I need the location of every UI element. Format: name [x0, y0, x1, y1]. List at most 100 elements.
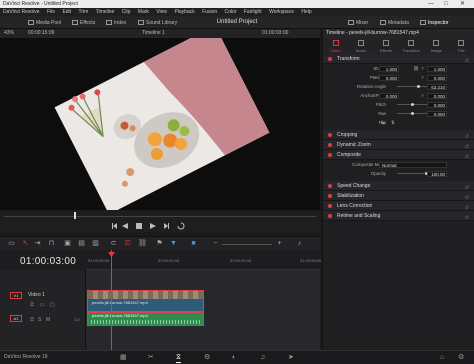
menu-file[interactable]: File	[47, 8, 55, 16]
menu-color[interactable]: Color	[225, 8, 237, 16]
snapping-icon[interactable]: ⊂	[110, 240, 117, 247]
timeline-viewer[interactable]	[0, 25, 320, 215]
dynamic-zoom-section[interactable]: Dynamic Zoom ↺	[323, 140, 474, 150]
enable-dot-icon[interactable]	[328, 133, 332, 137]
trim-icon[interactable]: ⇥	[34, 240, 41, 247]
replace-icon[interactable]: ▥	[92, 240, 99, 247]
enable-dot-icon[interactable]	[328, 194, 332, 198]
video-track-id[interactable]: V1	[10, 292, 22, 299]
index-button[interactable]: Index	[106, 19, 126, 27]
reset-icon[interactable]: ↺	[465, 213, 469, 223]
position-y-field[interactable]: 0.000	[427, 74, 447, 81]
tab-video[interactable]: Video	[323, 38, 348, 54]
audio-lock-icon[interactable]: ⎚	[30, 317, 34, 323]
video-clip[interactable]: pexels-jill-burrow-7681547.mp4	[87, 290, 204, 312]
zoom-y-field[interactable]: 1.000	[427, 65, 447, 72]
lock-icon[interactable]: ⎚	[124, 240, 131, 247]
media-page-icon[interactable]: ▦	[120, 354, 127, 362]
viewer-zoom[interactable]: 43%	[4, 29, 14, 38]
cropping-section[interactable]: Cropping ↺	[323, 130, 474, 140]
track-autoselect-icon[interactable]: ▭	[40, 302, 45, 308]
minimize-button[interactable]: —	[428, 0, 434, 8]
tab-file[interactable]: File	[449, 38, 474, 54]
audio-mute-icon[interactable]: M	[46, 317, 50, 323]
zoom-in-icon[interactable]: +	[276, 240, 283, 247]
overwrite-icon[interactable]: ▤	[78, 240, 85, 247]
maximize-button[interactable]: □	[444, 0, 448, 8]
fairlight-page-icon[interactable]: ♫	[260, 354, 265, 362]
close-window-button[interactable]: ✕	[460, 0, 465, 8]
blade-icon[interactable]: ⊓	[48, 240, 55, 247]
tab-image[interactable]: Image	[424, 38, 449, 54]
settings-icon[interactable]: ⚙	[458, 354, 464, 362]
menu-clip[interactable]: Clip	[122, 8, 131, 16]
menu-workspace[interactable]: Workspace	[269, 8, 294, 16]
enable-dot-icon[interactable]	[328, 214, 332, 218]
menu-trim[interactable]: Trim	[78, 8, 88, 16]
lens-correction-section[interactable]: Lens Correction ↺	[323, 201, 474, 211]
metadata-button[interactable]: Metadata	[380, 19, 409, 27]
menu-edit[interactable]: Edit	[62, 8, 71, 16]
link-icon[interactable]: ⛓	[413, 64, 419, 73]
zoom-x-field[interactable]: 1.000	[379, 65, 399, 72]
retime-scaling-section[interactable]: Retime and Scaling ↺	[323, 211, 474, 221]
menu-davinci[interactable]: DaVinci Resolve	[3, 8, 40, 16]
cut-page-icon[interactable]: ✂	[148, 354, 154, 362]
tab-effects[interactable]: Effects	[373, 38, 398, 54]
flip-vertical-icon[interactable]: ⇅	[391, 118, 395, 127]
zoom-out-icon[interactable]: −	[212, 240, 219, 247]
home-icon[interactable]: ⌂	[440, 354, 444, 362]
tab-audio[interactable]: Audio	[348, 38, 373, 54]
media-pool-button[interactable]: Media Pool	[28, 19, 61, 27]
menu-view[interactable]: View	[156, 8, 167, 16]
pitch-field[interactable]: 0.000	[427, 101, 447, 108]
menu-mark[interactable]: Mark	[138, 8, 149, 16]
audio-clip[interactable]: pexels-jill-burrow-7681547.mp4	[87, 312, 204, 326]
yaw-slider[interactable]	[397, 111, 427, 115]
stabilization-section[interactable]: Stabilization ↺	[323, 191, 474, 201]
layout-icon[interactable]: ▭	[8, 240, 15, 247]
zoom-slider[interactable]	[222, 244, 272, 245]
enable-dot-icon[interactable]	[328, 153, 332, 157]
color-page-icon[interactable]: ◐	[232, 354, 236, 362]
enable-dot-icon[interactable]	[328, 143, 332, 147]
color-tag-icon[interactable]: ■	[190, 240, 197, 247]
track-lock-icon[interactable]: ⎚	[30, 302, 34, 308]
position-x-field[interactable]: 0.000	[379, 74, 399, 81]
viewer-scrub-bar[interactable]	[0, 210, 320, 220]
deliver-page-icon[interactable]: ➤	[288, 354, 294, 362]
insert-icon[interactable]: ▣	[64, 240, 71, 247]
audio-track-id[interactable]: A1	[10, 315, 22, 322]
opacity-field[interactable]: 100.00	[427, 170, 447, 177]
timeline-playhead[interactable]	[111, 250, 112, 350]
tab-transition[interactable]: Transition	[399, 38, 424, 54]
enable-dot-icon[interactable]	[328, 184, 332, 188]
marker-icon[interactable]: ▼	[170, 240, 177, 247]
menu-playback[interactable]: Playback	[174, 8, 194, 16]
rotation-field[interactable]: 63.210	[427, 83, 447, 90]
opacity-slider[interactable]	[397, 171, 428, 175]
anchor-x-field[interactable]: 0.000	[379, 92, 399, 99]
composite-section[interactable]: Composite ↺	[323, 150, 474, 160]
timeline-ruler[interactable]: 01:00:00:00 01:00:02:00 01:00:04:00 01:0…	[86, 256, 321, 270]
edit-page-icon[interactable]: ⧖	[176, 354, 181, 363]
composite-mode-select[interactable]: Normal	[379, 161, 447, 168]
yaw-field[interactable]: 0.000	[427, 110, 447, 117]
mixer-button[interactable]: Mixer	[348, 19, 368, 27]
sound-library-button[interactable]: Sound Library	[138, 19, 177, 27]
timeline-selector[interactable]: Timeline 1	[142, 29, 165, 38]
menu-fusion[interactable]: Fusion	[202, 8, 217, 16]
inspector-button[interactable]: Inspector	[420, 19, 449, 27]
audio-solo-icon[interactable]: S	[38, 317, 41, 323]
fusion-page-icon[interactable]: ⚙	[204, 354, 210, 362]
rotation-slider[interactable]	[397, 84, 427, 88]
enable-dot-icon[interactable]	[328, 57, 332, 61]
audio-icon[interactable]: ♪	[296, 240, 303, 247]
track-visibility-icon[interactable]: ▢	[50, 302, 55, 308]
anchor-y-field[interactable]: 0.000	[427, 92, 447, 99]
link-icon[interactable]: ⛓	[138, 240, 147, 247]
menu-fairlight[interactable]: Fairlight	[244, 8, 262, 16]
pitch-slider[interactable]	[397, 102, 427, 106]
speed-change-section[interactable]: Speed Change ↺	[323, 181, 474, 191]
selection-icon[interactable]: ↖	[22, 240, 29, 247]
